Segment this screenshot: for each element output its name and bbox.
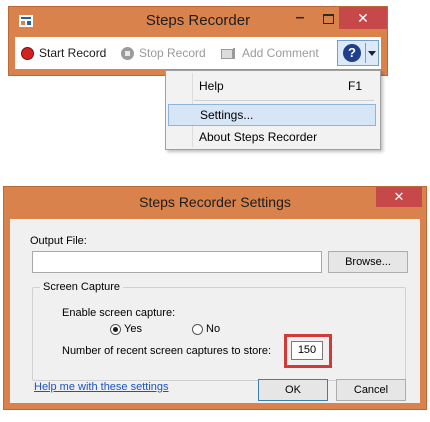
group-title: Screen Capture: [40, 281, 124, 293]
menu-item-about[interactable]: About Steps Recorder: [168, 126, 376, 148]
output-file-input[interactable]: [32, 251, 322, 273]
menu-item-help[interactable]: Help F1: [168, 75, 376, 97]
record-dot-icon: [21, 46, 34, 60]
dialog-title-bar[interactable]: Steps Recorder Settings ✕: [4, 187, 426, 217]
menu-item-label: Help: [199, 79, 224, 93]
radio-yes[interactable]: Yes: [110, 323, 142, 335]
menu-item-shortcut: F1: [348, 79, 363, 93]
help-question-icon[interactable]: ?: [343, 44, 361, 62]
enable-capture-label: Enable screen capture:: [62, 307, 176, 319]
capture-count-label: Number of recent screen captures to stor…: [62, 345, 272, 357]
help-split-button[interactable]: ?: [337, 40, 379, 66]
minimize-button[interactable]: –: [287, 9, 313, 31]
steps-recorder-window: Steps Recorder – ✕ Start Record Stop Rec…: [8, 6, 388, 76]
stop-record-button[interactable]: Stop Record: [121, 37, 206, 69]
stop-record-label: Stop Record: [139, 46, 206, 60]
settings-dialog: Steps Recorder Settings ✕ Output File: B…: [3, 186, 427, 410]
maximize-icon: [322, 14, 334, 24]
ok-button[interactable]: OK: [258, 379, 328, 401]
browse-button[interactable]: Browse...: [328, 251, 408, 273]
capture-count-input[interactable]: 150: [291, 341, 323, 360]
radio-no[interactable]: No: [192, 323, 220, 335]
comment-icon: [221, 47, 237, 59]
menu-item-label: Settings...: [200, 108, 254, 122]
split-divider: [365, 43, 366, 63]
menu-separator: [194, 100, 374, 101]
stop-icon: [121, 46, 134, 60]
output-file-label: Output File:: [30, 235, 87, 247]
dialog-close-button[interactable]: ✕: [376, 187, 422, 207]
add-comment-label: Add Comment: [242, 46, 319, 60]
menu-item-settings[interactable]: Settings...: [168, 104, 376, 126]
radio-no-label: No: [206, 323, 221, 335]
add-comment-button[interactable]: Add Comment: [221, 37, 319, 69]
radio-selected-icon: [110, 323, 121, 335]
cancel-button[interactable]: Cancel: [336, 379, 406, 401]
maximize-button[interactable]: [315, 11, 341, 33]
recorder-title-bar[interactable]: Steps Recorder – ✕: [9, 7, 387, 35]
dialog-title: Steps Recorder Settings: [139, 194, 291, 210]
help-dropdown-menu: Help F1 Settings... About Steps Recorder: [165, 70, 381, 150]
start-record-button[interactable]: Start Record: [21, 37, 106, 69]
dialog-body: Output File: Browse... Screen Capture En…: [10, 219, 420, 403]
radio-unselected-icon: [192, 323, 203, 335]
recorder-toolbar: Start Record Stop Record Add Comment ?: [15, 37, 381, 69]
menu-item-label: About Steps Recorder: [199, 130, 318, 144]
start-record-label: Start Record: [39, 46, 107, 60]
close-button[interactable]: ✕: [339, 7, 387, 29]
chevron-down-icon[interactable]: [368, 51, 376, 56]
radio-yes-label: Yes: [124, 323, 142, 335]
help-settings-link[interactable]: Help me with these settings: [34, 381, 169, 393]
